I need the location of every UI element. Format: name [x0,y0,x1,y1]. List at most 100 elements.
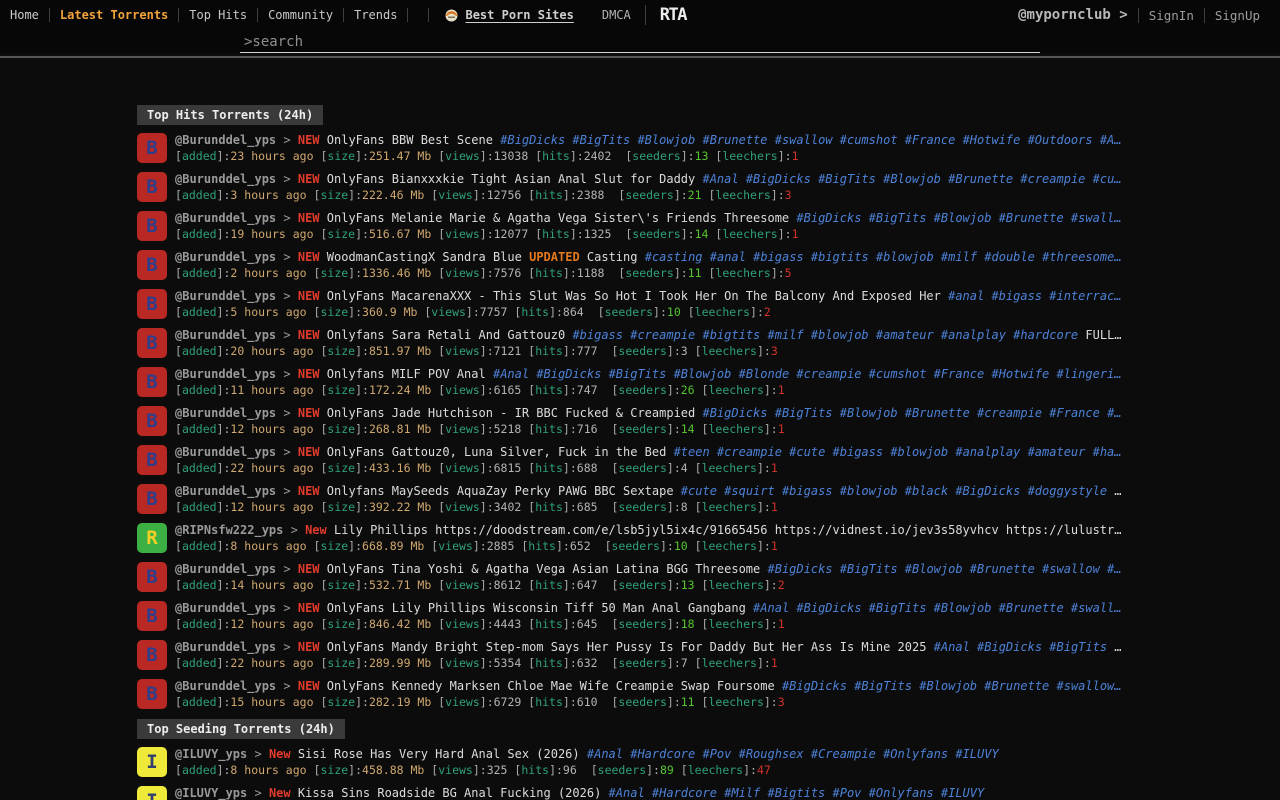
torrent-title[interactable]: OnlyFans MacarenaXXX - This Slut Was So … [327,289,941,303]
chevron-right-icon: > [283,172,290,186]
torrent-title[interactable]: OnlyFans Kennedy Marksen Chloe Mae Wife … [327,679,775,693]
torrent-title[interactable]: OnlyFans Bianxxxkie Tight Asian Anal Slu… [327,172,695,186]
avatar[interactable]: I [137,786,167,800]
stat-added: [added]:20 hours ago [175,344,314,358]
uploader-handle[interactable]: @ILUVY_yps [175,786,247,800]
avatar[interactable]: B [137,640,167,670]
avatar-letter: B [146,254,157,276]
avatar[interactable]: B [137,289,167,319]
account-handle[interactable]: @mypornclub > [1018,7,1138,23]
torrent-tags[interactable]: #Anal #BigDicks #BigTits [934,640,1107,654]
stat-seeders: [seeders]:13 [625,149,708,163]
avatar[interactable]: B [137,679,167,709]
torrent-title[interactable]: OnlyFans Mandy Bright Step-mom Says Her … [327,640,927,654]
stat-views: [views]:6729 [438,695,521,709]
avatar[interactable]: B [137,367,167,397]
stat-added: [added]:3 hours ago [175,188,307,202]
torrent-tags[interactable]: #BigDicks #BigTits #Blowjob #Brunette #s… [782,679,1122,693]
chevron-right-icon: > [283,679,290,693]
avatar[interactable]: B [137,406,167,436]
uploader-handle[interactable]: @Burunddel_yps [175,601,276,615]
uploader-handle[interactable]: @Burunddel_yps [175,172,276,186]
nav-item[interactable]: Top Hits [179,8,258,22]
new-badge: NEW [298,367,320,381]
uploader-handle[interactable]: @Burunddel_yps [175,640,276,654]
torrent-tags[interactable]: #anal #bigass #interrac… [948,289,1121,303]
nav-item[interactable]: Latest Torrents [50,8,179,22]
avatar[interactable]: R [137,523,167,553]
uploader-handle[interactable]: @Burunddel_yps [175,328,276,342]
stat-leechers: [leechers]:3 [708,188,791,202]
avatar-letter: R [146,527,157,549]
uploader-handle[interactable]: @Burunddel_yps [175,250,276,264]
avatar[interactable]: B [137,601,167,631]
stat-leechers: [leechers]:2 [702,578,785,592]
torrent-title[interactable]: OnlyFans Tina Yoshi & Agatha Vega Asian … [327,562,760,576]
torrent-tags[interactable]: #Anal #Hardcore #Pov #Roughsex #Creampie… [587,747,999,761]
uploader-handle[interactable]: @RIPNsfw222_yps [175,523,283,537]
torrent-tags[interactable]: #cute #squirt #bigass #blowjob #black #B… [681,484,1107,498]
torrent-tags[interactable]: #bigass #creampie #bigtits #milf #blowjo… [572,328,1078,342]
search-input[interactable] [240,31,1040,53]
torrent-title[interactable]: OnlyFans Gattouz0, Luna Silver, Fuck in … [327,445,667,459]
torrent-title[interactable]: Lily Phillips https://doodstream.com/e/l… [334,523,1121,537]
torrent-title[interactable]: OnlyFans Lily Phillips Wisconsin Tiff 50… [327,601,746,615]
signup-link[interactable]: SignUp [1204,8,1270,23]
torrent-title[interactable]: OnlyFans Melanie Marie & Agatha Vega Sis… [327,211,789,225]
search-row [0,30,1280,53]
avatar[interactable]: I [137,747,167,777]
avatar[interactable]: B [137,133,167,163]
torrent-tags[interactable]: #casting #anal #bigass #bigtits #blowjob… [645,250,1122,264]
torrent-title[interactable]: Onlyfans MaySeeds AquaZay Perky PAWG BBC… [327,484,674,498]
torrent-title-after[interactable]: Casting [587,250,638,264]
stats-line: [added]:19 hours ago [size]:516.67 Mb [v… [175,227,1143,241]
signin-link[interactable]: SignIn [1138,8,1204,23]
avatar[interactable]: B [137,328,167,358]
torrent-tags[interactable]: #Anal #Hardcore #Milf #Bigtits #Pov #Onl… [609,786,985,800]
stat-views: [views]:6815 [438,461,521,475]
uploader-handle[interactable]: @Burunddel_yps [175,133,276,147]
avatar[interactable]: B [137,211,167,241]
avatar[interactable]: B [137,445,167,475]
avatar[interactable]: B [137,484,167,514]
torrent-title[interactable]: Onlyfans MILF POV Anal [327,367,486,381]
torrent-title[interactable]: OnlyFans Jade Hutchison - IR BBC Fucked … [327,406,695,420]
uploader-handle[interactable]: @Burunddel_yps [175,289,276,303]
section-title: Top Hits Torrents (24h) [137,105,323,125]
torrent-title[interactable]: OnlyFans BBW Best Scene [327,133,493,147]
avatar[interactable]: B [137,172,167,202]
torrent-tags[interactable]: #BigDicks #BigTits #Blowjob #Brunette #c… [702,406,1121,420]
uploader-handle[interactable]: @Burunddel_yps [175,211,276,225]
chevron-right-icon: > [283,328,290,342]
stats-line: [added]:22 hours ago [size]:433.16 Mb [v… [175,461,1143,475]
uploader-handle[interactable]: @Burunddel_yps [175,367,276,381]
avatar[interactable]: B [137,562,167,592]
torrent-tags[interactable]: #Anal #BigDicks #BigTits #Blowjob #Blond… [493,367,1122,381]
uploader-handle[interactable]: @Burunddel_yps [175,484,276,498]
uploader-handle[interactable]: @Burunddel_yps [175,406,276,420]
uploader-handle[interactable]: @Burunddel_yps [175,562,276,576]
uploader-handle[interactable]: @ILUVY_yps [175,747,247,761]
torrent-title[interactable]: Kissa Sins Roadside BG Anal Fucking (202… [298,786,601,800]
torrent-tags[interactable]: #Anal #BigDicks #BigTits #Blowjob #Brune… [702,172,1121,186]
torrent-entry: B @Burunddel_yps > NEW OnlyFans Melanie … [137,211,1143,241]
torrent-title[interactable]: Onlyfans Sara Retali And Gattouz0 [327,328,565,342]
torrent-entry: B @Burunddel_yps > NEW Onlyfans MILF POV… [137,367,1143,397]
torrent-tags[interactable]: #teen #creampie #cute #bigass #blowjob #… [674,445,1122,459]
section-title: Top Seeding Torrents (24h) [137,719,345,739]
nav-item[interactable]: Trends [344,8,408,22]
torrent-title[interactable]: Sisi Rose Has Very Hard Anal Sex (2026) [298,747,580,761]
torrent-tags[interactable]: #BigDicks #BigTits #Blowjob #Brunette #s… [768,562,1122,576]
torrent-tags[interactable]: #BigDicks #BigTits #Blowjob #Brunette #s… [796,211,1121,225]
torrent-tags[interactable]: #BigDicks #BigTits #Blowjob #Brunette #s… [500,133,1121,147]
uploader-handle[interactable]: @Burunddel_yps [175,445,276,459]
dmca-link[interactable]: DMCA [602,8,631,22]
nav-item[interactable]: Home [8,8,50,22]
torrent-title[interactable]: WoodmanCastingX Sandra Blue [327,250,522,264]
uploader-handle[interactable]: @Burunddel_yps [175,679,276,693]
nav-item[interactable]: Community [258,8,344,22]
torrent-entry: I @ILUVY_yps > New Sisi Rose Has Very Ha… [137,747,1143,777]
torrent-tags[interactable]: #Anal #BigDicks #BigTits #Blowjob #Brune… [753,601,1121,615]
best-sites-link[interactable]: Best Porn Sites [428,8,573,22]
avatar[interactable]: B [137,250,167,280]
